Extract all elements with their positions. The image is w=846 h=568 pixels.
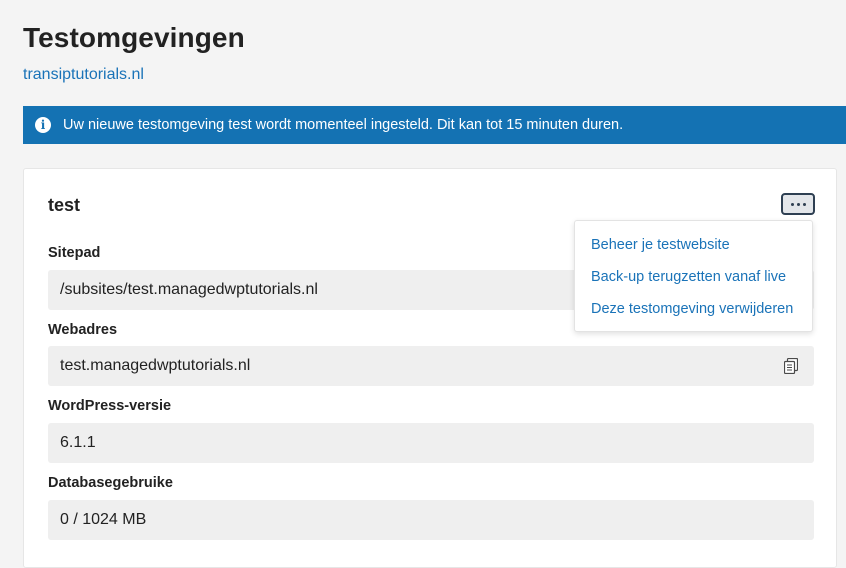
more-horizontal-icon xyxy=(790,202,794,206)
menu-item-manage-testwebsite[interactable]: Beheer je testwebsite xyxy=(591,237,730,253)
info-icon: i xyxy=(35,117,51,133)
webadres-label: Webadres xyxy=(48,322,118,338)
more-options-button[interactable] xyxy=(781,193,815,215)
info-notice: i Uw nieuwe testomgeving test wordt mome… xyxy=(23,106,846,144)
options-dropdown-menu: Beheer je testwebsite Back-up terugzette… xyxy=(574,220,813,332)
environment-title: test xyxy=(48,195,81,215)
notice-text: Uw nieuwe testomgeving test wordt moment… xyxy=(63,117,624,133)
database-usage-value: 0 / 1024 MB xyxy=(48,500,814,540)
copy-icon[interactable] xyxy=(784,358,798,374)
sitepad-label: Sitepad xyxy=(48,245,101,261)
webadres-value: test.managedwptutorials.nl xyxy=(48,346,814,386)
page-title: Testomgevingen xyxy=(23,22,245,53)
wordpress-version-value: 6.1.1 xyxy=(48,423,814,463)
domain-link[interactable]: transiptutorials.nl xyxy=(23,66,144,84)
wordpress-version-label: WordPress-versie xyxy=(48,398,172,414)
menu-item-restore-backup[interactable]: Back-up terugzetten vanaf live xyxy=(591,269,786,285)
menu-item-delete-environment[interactable]: Deze testomgeving verwijderen xyxy=(591,301,793,317)
database-usage-label: Databasegebruike xyxy=(48,475,173,491)
